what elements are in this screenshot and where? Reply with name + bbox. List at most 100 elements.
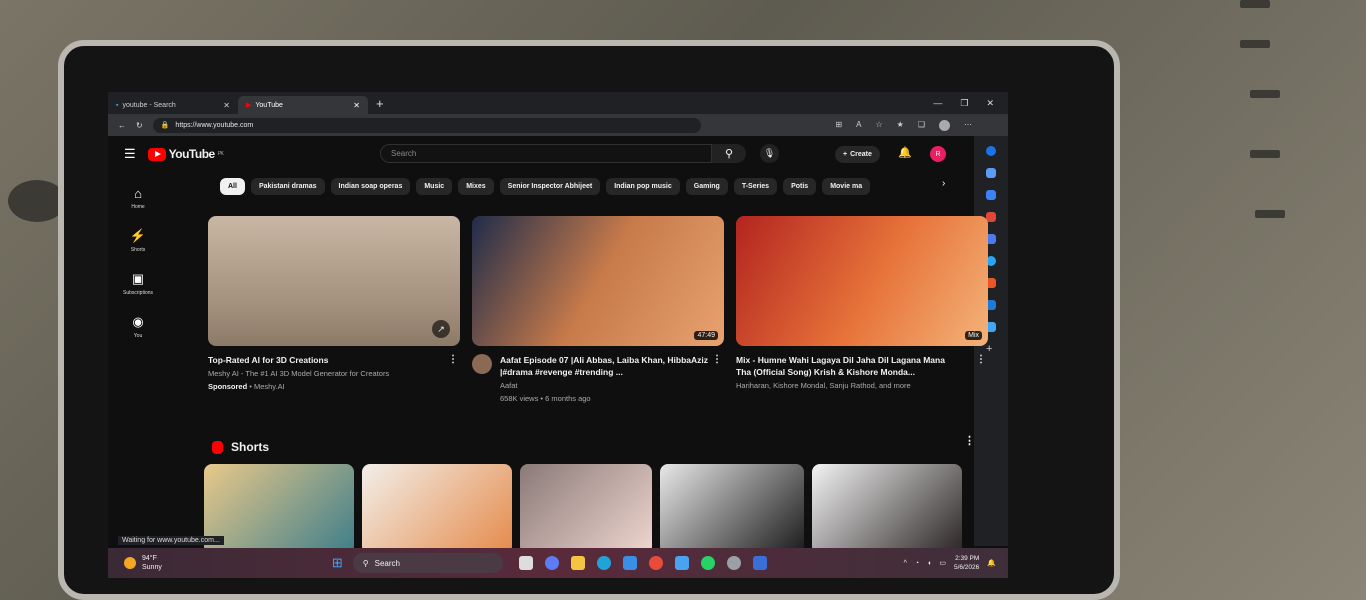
- duration-badge: 47:49: [694, 331, 718, 340]
- video-channel[interactable]: Aafat: [500, 380, 710, 391]
- search-placeholder: Search: [391, 149, 417, 158]
- short-thumbnail[interactable]: [520, 464, 652, 554]
- youtube-page: ☰ YouTube PK Search ⚲ 🎙 + Create 🔔 R ⌂ H…: [108, 136, 988, 554]
- video-title[interactable]: Mix - Humne Wahi Lagaya Dil Jaha Dil Lag…: [736, 354, 946, 378]
- chat-icon[interactable]: [544, 556, 559, 570]
- back-icon[interactable]: ←: [118, 121, 126, 130]
- chip-mixes[interactable]: Mixes: [458, 178, 494, 195]
- app-icon[interactable]: [752, 556, 767, 570]
- more-icon[interactable]: ⋯: [964, 120, 972, 131]
- create-button[interactable]: + Create: [835, 146, 880, 163]
- status-bar: Waiting for www.youtube.com...: [118, 536, 224, 545]
- chrome-icon[interactable]: [648, 556, 663, 570]
- task-view-icon[interactable]: [518, 556, 533, 570]
- system-tray: ^ ◔ ◖ ▭ 2:39 PM 5/6/2026 🔔: [904, 554, 1008, 572]
- notification-bell-icon[interactable]: 🔔: [987, 559, 996, 567]
- favorite-icon[interactable]: ☆: [875, 120, 882, 131]
- close-window-icon[interactable]: ✕: [986, 98, 994, 109]
- search-button[interactable]: ⚲: [712, 144, 746, 163]
- battery-icon[interactable]: ▭: [939, 559, 946, 567]
- video-card[interactable]: ↗ Top-Rated AI for 3D Creations Meshy AI…: [208, 216, 460, 404]
- chip-movie[interactable]: Movie ma: [822, 178, 871, 195]
- notifications-icon[interactable]: 🔔: [898, 146, 912, 159]
- search-tab-icon: ▪: [116, 101, 119, 109]
- close-icon[interactable]: ✕: [223, 101, 230, 110]
- more-vert-icon[interactable]: ⋮: [448, 354, 458, 365]
- tab-youtube[interactable]: ▶ YouTube ✕: [238, 96, 368, 114]
- menu-icon[interactable]: ☰: [124, 146, 136, 162]
- video-title[interactable]: Top-Rated AI for 3D Creations: [208, 354, 418, 366]
- profile-icon[interactable]: [939, 119, 950, 131]
- clock-time: 2:39 PM: [955, 555, 980, 562]
- close-icon[interactable]: ✕: [353, 101, 360, 110]
- taskbar-search[interactable]: ⚲ Search: [352, 553, 503, 573]
- short-thumbnail[interactable]: [660, 464, 804, 554]
- mix-badge: Mix: [965, 331, 982, 340]
- search-input[interactable]: Search: [380, 144, 712, 163]
- video-card[interactable]: 47:49 Aafat Episode 07 |Ali Abbas, Laiba…: [472, 216, 724, 404]
- windows-start-icon[interactable]: ⊞: [332, 555, 343, 571]
- tab-title: youtube - Search: [122, 101, 176, 109]
- rail-item-you[interactable]: ◉ You: [132, 314, 143, 339]
- clock[interactable]: 2:39 PM 5/6/2026: [954, 554, 979, 572]
- shorts-header: Shorts: [212, 440, 269, 454]
- app-icon[interactable]: [674, 556, 689, 570]
- external-link-icon[interactable]: ↗: [432, 320, 450, 338]
- refresh-icon[interactable]: ↻: [136, 121, 143, 130]
- collections-icon[interactable]: ❏: [918, 120, 925, 131]
- short-thumbnail[interactable]: [204, 464, 354, 554]
- rail-item-home[interactable]: ⌂ Home: [131, 186, 144, 210]
- more-vert-icon[interactable]: ⋮: [712, 354, 722, 365]
- whatsapp-icon[interactable]: [700, 556, 715, 570]
- edge-icon[interactable]: [596, 556, 611, 570]
- taskbar-apps: [518, 556, 767, 570]
- more-vert-icon[interactable]: ⋮: [976, 354, 986, 365]
- short-thumbnail[interactable]: [812, 464, 962, 554]
- copilot-icon[interactable]: [986, 146, 996, 156]
- youtube-logo[interactable]: YouTube PK: [147, 147, 224, 161]
- short-thumbnail[interactable]: [362, 464, 512, 554]
- maximize-icon[interactable]: ❐: [960, 98, 968, 109]
- chevron-up-icon[interactable]: ^: [904, 560, 907, 567]
- chip-t-series[interactable]: T-Series: [733, 178, 778, 195]
- rail-item-subscriptions[interactable]: ▣ Subscriptions: [123, 271, 153, 296]
- rail-item-shorts[interactable]: ⚡ Shorts: [130, 228, 146, 253]
- more-vert-icon[interactable]: ⋮: [964, 434, 975, 447]
- video-thumbnail[interactable]: ↗: [208, 216, 460, 346]
- weather-widget[interactable]: 94°F Sunny: [124, 554, 162, 572]
- tab-title: YouTube: [255, 101, 283, 109]
- chip-all[interactable]: All: [220, 178, 245, 195]
- video-thumbnail[interactable]: 47:49: [472, 216, 724, 346]
- chip-gaming[interactable]: Gaming: [685, 178, 728, 195]
- url-field[interactable]: 🔒 https://www.youtube.com: [152, 117, 701, 133]
- voice-search-button[interactable]: 🎙: [760, 144, 779, 163]
- apps-icon[interactable]: ⊞: [835, 120, 842, 131]
- tag-icon[interactable]: [986, 190, 996, 200]
- search-icon[interactable]: [986, 168, 996, 178]
- file-explorer-icon[interactable]: [570, 556, 585, 570]
- chip-indian-soap-operas[interactable]: Indian soap operas: [330, 178, 411, 195]
- favorites-icon[interactable]: ★: [897, 120, 904, 131]
- wifi-icon[interactable]: ◔: [915, 560, 919, 567]
- chevron-right-icon[interactable]: ›: [942, 178, 945, 189]
- chip-indian-pop-music[interactable]: Indian pop music: [606, 178, 680, 195]
- new-tab-button[interactable]: +: [376, 96, 384, 111]
- video-card[interactable]: Mix Mix - Humne Wahi Lagaya Dil Jaha Dil…: [736, 216, 988, 404]
- chip-senior-inspector-abhijeet[interactable]: Senior Inspector Abhijeet: [499, 178, 601, 195]
- minimize-icon[interactable]: —: [933, 98, 942, 109]
- tab-youtube-search[interactable]: ▪ youtube - Search ✕: [108, 96, 238, 114]
- avatar[interactable]: R: [930, 146, 946, 162]
- taskbar: 94°F Sunny ⊞ ⚲ Search ^ ◔ ◖ ▭ 2:39 PM 5/…: [108, 548, 1008, 578]
- rail-label: You: [133, 333, 143, 339]
- chip-music[interactable]: Music: [416, 178, 453, 195]
- microphone-icon: 🎙: [763, 148, 776, 158]
- settings-icon[interactable]: [726, 556, 741, 570]
- video-title[interactable]: Aafat Episode 07 |Ali Abbas, Laiba Khan,…: [500, 354, 710, 378]
- read-aloud-icon[interactable]: A: [856, 120, 861, 131]
- video-thumbnail[interactable]: Mix: [736, 216, 988, 346]
- channel-avatar[interactable]: [472, 354, 492, 374]
- volume-icon[interactable]: ◖: [927, 560, 931, 567]
- store-icon[interactable]: [622, 556, 637, 570]
- chip-potis[interactable]: Potis: [783, 178, 817, 195]
- chip-pakistani-dramas[interactable]: Pakistani dramas: [250, 178, 325, 195]
